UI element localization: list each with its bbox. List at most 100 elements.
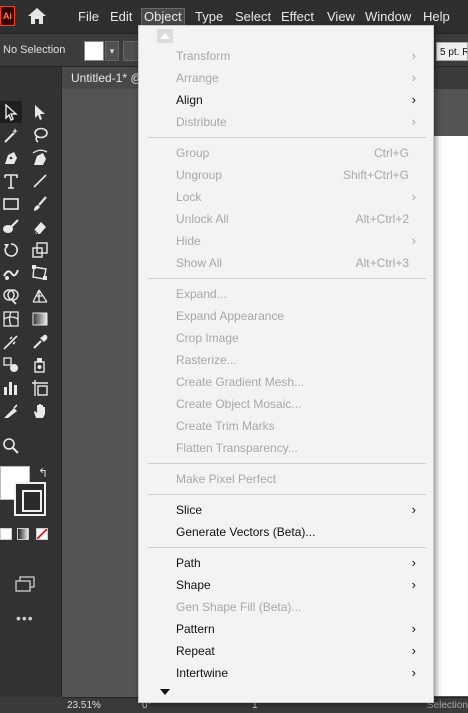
menu-item-shape[interactable]: Shape ›	[139, 574, 433, 596]
rectangle-icon[interactable]	[0, 193, 22, 215]
blob-brush-icon[interactable]	[0, 216, 22, 238]
menu-item-arrange[interactable]: Arrange ›	[139, 67, 433, 89]
menu-separator	[148, 494, 426, 495]
menu-item-unlock-all[interactable]: Unlock All Alt+Ctrl+2	[139, 208, 433, 230]
zoom-icon[interactable]	[0, 435, 22, 457]
menu-separator	[148, 278, 426, 279]
home-icon[interactable]	[27, 7, 47, 25]
type-icon[interactable]	[0, 170, 22, 192]
selection-tool-icon[interactable]	[0, 101, 22, 123]
scale-icon[interactable]	[29, 239, 51, 261]
fill-color-swatch[interactable]	[84, 41, 104, 61]
chevron-down-icon[interactable]: ▾	[105, 41, 119, 61]
menu-type[interactable]: Type	[193, 8, 225, 26]
scroll-up-arrow-icon[interactable]	[157, 29, 173, 43]
swap-fill-stroke-icon[interactable]: ↰	[38, 466, 48, 480]
blend-icon[interactable]	[0, 354, 22, 376]
menu-item-transform[interactable]: Transform ›	[139, 45, 433, 67]
chevron-right-icon: ›	[411, 70, 416, 85]
screen-mode-icon[interactable]	[14, 576, 36, 592]
menu-window[interactable]: Window	[363, 8, 413, 26]
menu-view[interactable]: View	[325, 8, 357, 26]
menu-item-create-trim-marks[interactable]: Create Trim Marks	[139, 415, 433, 437]
menu-item-slice[interactable]: Slice ›	[139, 499, 433, 521]
chevron-right-icon: ›	[411, 555, 416, 570]
chevron-right-icon: ›	[411, 189, 416, 204]
chevron-right-icon: ›	[411, 233, 416, 248]
menu-item-pattern[interactable]: Pattern ›	[139, 618, 433, 640]
line-segment-icon[interactable]	[29, 170, 51, 192]
symbol-sprayer-icon[interactable]	[29, 354, 51, 376]
shortcut-label: Ctrl+G	[373, 146, 409, 160]
width-icon[interactable]	[0, 331, 22, 353]
zoom-level-field[interactable]: 23.51%	[67, 700, 101, 711]
pen-icon[interactable]	[0, 147, 22, 169]
warp-icon[interactable]	[0, 262, 22, 284]
document-tab[interactable]: Untitled-1* @	[62, 67, 142, 89]
menu-item-create-gradient-mesh[interactable]: Create Gradient Mesh...	[139, 371, 433, 393]
gradient-icon[interactable]	[29, 308, 51, 330]
artboard-icon[interactable]	[29, 377, 51, 399]
paintbrush-icon[interactable]	[29, 193, 51, 215]
menu-item-flatten-transparency[interactable]: Flatten Transparency...	[139, 437, 433, 459]
menu-edit[interactable]: Edit	[108, 8, 134, 26]
menu-help[interactable]: Help	[421, 8, 452, 26]
chevron-right-icon: ›	[411, 114, 416, 129]
gradient-mode-button[interactable]	[17, 528, 29, 540]
lasso-icon[interactable]	[29, 124, 51, 146]
menu-item-group[interactable]: Group Ctrl+G	[139, 142, 433, 164]
stroke-color-box[interactable]	[14, 482, 46, 516]
menu-object[interactable]: Object	[141, 8, 185, 26]
menu-item-ungroup[interactable]: Ungroup Shift+Ctrl+G	[139, 164, 433, 186]
menu-item-repeat[interactable]: Repeat ›	[139, 640, 433, 662]
chevron-right-icon: ›	[411, 643, 416, 658]
rotate-icon[interactable]	[0, 239, 22, 261]
menu-item-gen-shape-fill[interactable]: Gen Shape Fill (Beta)...	[139, 596, 433, 618]
curvature-icon[interactable]	[29, 147, 51, 169]
none-mode-button[interactable]	[36, 528, 48, 540]
menu-file[interactable]: File	[76, 8, 101, 26]
shortcut-label: Shift+Ctrl+G	[342, 168, 409, 182]
direct-selection-tool-icon[interactable]	[29, 101, 51, 123]
menu-item-align[interactable]: Align ›	[139, 89, 433, 111]
stroke-color-swatch[interactable]	[123, 41, 139, 61]
menu-item-crop-image[interactable]: Crop Image	[139, 327, 433, 349]
menu-item-hide[interactable]: Hide ›	[139, 230, 433, 252]
menu-separator	[148, 547, 426, 548]
more-tools-icon[interactable]: •••	[16, 610, 34, 626]
object-menu-dropdown: Transform › Arrange › Align › Distribute › G…	[138, 25, 434, 703]
shortcut-label: Alt+Ctrl+3	[355, 256, 409, 270]
menu-item-lock[interactable]: Lock ›	[139, 186, 433, 208]
menu-item-generate-vectors[interactable]: Generate Vectors (Beta)...	[139, 521, 433, 543]
menu-select[interactable]: Select	[233, 8, 273, 26]
mesh-icon[interactable]	[0, 308, 22, 330]
magic-wand-icon[interactable]	[0, 124, 22, 146]
chevron-right-icon: ›	[411, 621, 416, 636]
eyedropper-icon[interactable]	[29, 331, 51, 353]
menu-item-expand-appearance[interactable]: Expand Appearance	[139, 305, 433, 327]
menu-item-intertwine[interactable]: Intertwine ›	[139, 662, 433, 684]
menu-item-distribute[interactable]: Distribute ›	[139, 111, 433, 133]
shortcut-label: Alt+Ctrl+2	[355, 212, 409, 226]
menu-item-create-object-mosaic[interactable]: Create Object Mosaic...	[139, 393, 433, 415]
menu-effect[interactable]: Effect	[279, 8, 316, 26]
menu-item-show-all[interactable]: Show All Alt+Ctrl+3	[139, 252, 433, 274]
chevron-right-icon: ›	[411, 665, 416, 680]
perspective-grid-icon[interactable]	[29, 285, 51, 307]
menu-item-path[interactable]: Path ›	[139, 552, 433, 574]
selection-status: No Selection	[3, 44, 66, 56]
color-mode-button[interactable]	[0, 528, 12, 540]
chevron-right-icon: ›	[411, 577, 416, 592]
menu-item-make-pixel-perfect[interactable]: Make Pixel Perfect	[139, 468, 433, 490]
hand-icon[interactable]	[29, 400, 51, 422]
artboard[interactable]	[430, 136, 468, 696]
column-graph-icon[interactable]	[0, 377, 22, 399]
scroll-down-arrow-icon[interactable]	[157, 685, 173, 699]
stroke-weight-field[interactable]: 5 pt. R	[436, 42, 468, 61]
shape-builder-icon[interactable]	[0, 285, 22, 307]
eraser-icon[interactable]	[29, 216, 51, 238]
free-transform-icon[interactable]	[29, 262, 51, 284]
menu-item-rasterize[interactable]: Rasterize...	[139, 349, 433, 371]
slice-icon[interactable]	[0, 400, 22, 422]
menu-item-expand[interactable]: Expand...	[139, 283, 433, 305]
